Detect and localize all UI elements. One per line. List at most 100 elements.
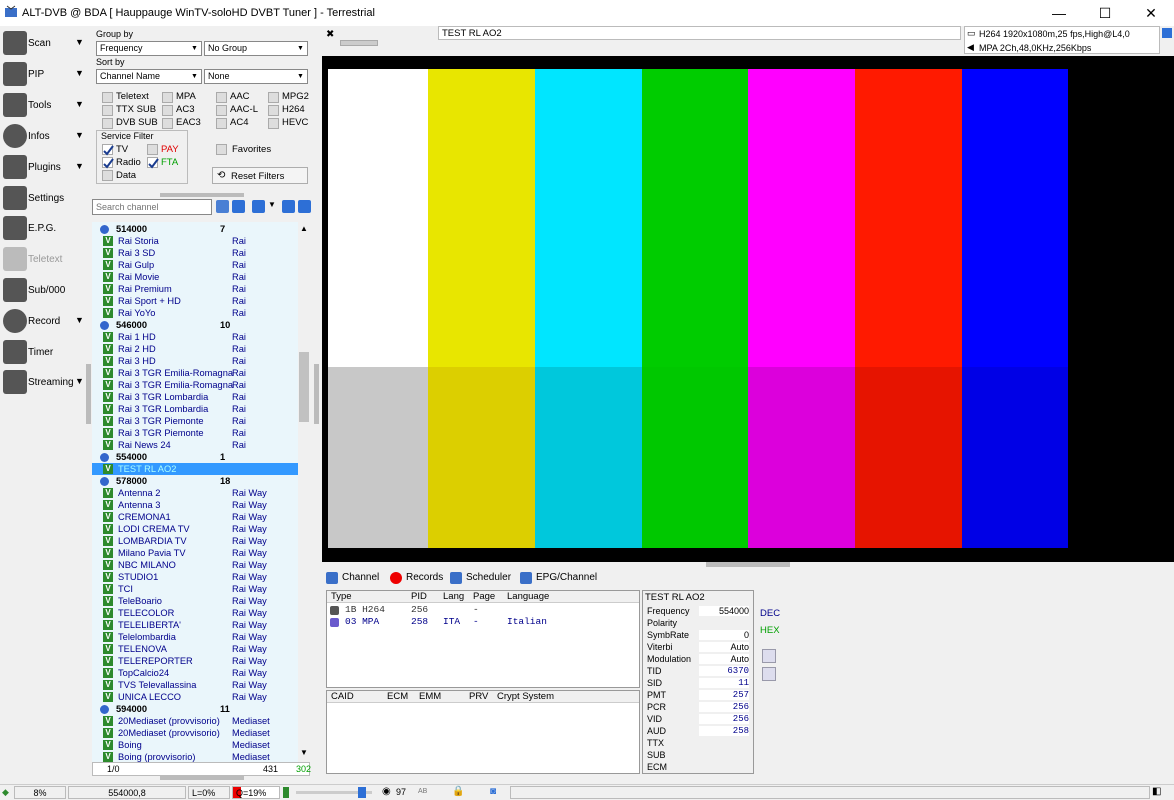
reset-filters-button[interactable]: ⟲ Reset Filters (212, 167, 308, 184)
aac-l-checkbox[interactable] (216, 105, 227, 116)
column-header[interactable]: EMM (419, 691, 441, 702)
nav-record[interactable]: Record ▼ (0, 306, 90, 336)
channel-row[interactable]: V CREMONA1 Rai Way (92, 511, 298, 523)
pay-checkbox[interactable] (147, 144, 158, 155)
group-by-select[interactable]: Frequency ▼ (96, 41, 202, 56)
close-button[interactable]: ✕ (1128, 0, 1174, 26)
aac-checkbox[interactable] (216, 92, 227, 103)
scroll-up-icon[interactable]: ▲ (300, 224, 308, 233)
data-checkbox[interactable] (102, 170, 113, 181)
video-area[interactable] (322, 56, 1174, 562)
chevron-down-icon[interactable]: ▼ (75, 99, 84, 109)
channel-row[interactable]: V TELEREPORTER Rai Way (92, 655, 298, 667)
teletext-checkbox[interactable] (102, 92, 113, 103)
search-icon[interactable] (762, 667, 776, 681)
column-header[interactable]: Lang (443, 591, 464, 602)
ttx-sub-checkbox[interactable] (102, 105, 113, 116)
nav-e-p-g-[interactable]: E.P.G. (0, 213, 90, 243)
h264-checkbox[interactable] (268, 105, 279, 116)
column-header[interactable]: PRV (469, 691, 488, 702)
nav-plugins[interactable]: Plugins ▼ (0, 152, 90, 182)
column-header[interactable]: PID (411, 591, 427, 602)
stream-row[interactable]: 03 MPA 258 ITA - Italian (327, 616, 639, 628)
channel-row[interactable]: V TELELIBERTA' Rai Way (92, 619, 298, 631)
group-row[interactable]: 594000 11 (92, 703, 298, 715)
column-header[interactable]: Type (331, 591, 352, 602)
pin-icon[interactable]: ✖ (326, 29, 334, 40)
channel-row[interactable]: V Rai 3 TGR Piemonte Rai (92, 415, 298, 427)
channel-row[interactable]: V Rai 3 TGR Lombardia Rai (92, 403, 298, 415)
column-header[interactable]: CAID (331, 691, 354, 702)
dvb-sub-checkbox[interactable] (102, 118, 113, 129)
screen-icon[interactable] (1162, 28, 1172, 38)
channel-row[interactable]: V Boing Mediaset (92, 739, 298, 751)
ac3-checkbox[interactable] (162, 105, 173, 116)
chevron-down-icon[interactable]: ▼ (75, 315, 84, 325)
tab-records[interactable]: Records (390, 568, 443, 588)
minimize-button[interactable]: — (1036, 0, 1082, 26)
chevron-down-icon[interactable]: ▼ (75, 130, 84, 140)
channel-row[interactable]: V TopCalcio24 Rai Way (92, 667, 298, 679)
channel-row[interactable]: V Antenna 3 Rai Way (92, 499, 298, 511)
group-row[interactable]: 554000 1 (92, 451, 298, 463)
channel-row[interactable]: V Telelombardia Rai Way (92, 631, 298, 643)
list-view-icon[interactable] (216, 200, 229, 213)
nav-infos[interactable]: Infos ▼ (0, 121, 90, 151)
channel-row[interactable]: V Rai Sport + HD Rai (92, 295, 298, 307)
volume-slider[interactable] (296, 787, 372, 798)
channel-row[interactable]: V TVS Televallassina Rai Way (92, 679, 298, 691)
splitter-handle[interactable] (314, 364, 319, 424)
splitter-handle[interactable] (160, 193, 244, 197)
column-header[interactable]: Language (507, 591, 549, 602)
channel-row[interactable]: V TELENOVA Rai Way (92, 643, 298, 655)
mpa-checkbox[interactable] (162, 92, 173, 103)
channel-row[interactable]: V TCI Rai Way (92, 583, 298, 595)
column-header[interactable]: Crypt System (497, 691, 554, 702)
nav-pip[interactable]: PIP ▼ (0, 59, 90, 89)
channel-row[interactable]: V Rai 3 HD Rai (92, 355, 298, 367)
back-icon[interactable] (252, 200, 265, 213)
search-box[interactable] (92, 199, 212, 215)
fta-checkbox[interactable] (147, 157, 159, 169)
edit-icon[interactable] (762, 649, 776, 663)
column-header[interactable]: ECM (387, 691, 408, 702)
splitter-handle[interactable] (86, 364, 91, 424)
channel-row[interactable]: V Antenna 2 Rai Way (92, 487, 298, 499)
channel-row[interactable]: V Rai 1 HD Rai (92, 331, 298, 343)
camera-icon[interactable]: ◙ (490, 786, 496, 797)
maximize-button[interactable]: ☐ (1082, 0, 1128, 26)
nav-settings[interactable]: Settings (0, 183, 90, 213)
eac3-checkbox[interactable] (162, 118, 173, 129)
group-by2-select[interactable]: No Group ▼ (204, 41, 308, 56)
chevron-down-icon[interactable]: ▼ (268, 200, 276, 209)
nav-scan[interactable]: Scan ▼ (0, 28, 90, 58)
channel-row[interactable]: V TeleBoario Rai Way (92, 595, 298, 607)
speaker-icon[interactable]: ◉ (382, 786, 391, 797)
stream-row[interactable]: 1B H264 256 - (327, 604, 639, 616)
sort-up-icon[interactable] (282, 200, 295, 213)
channel-row[interactable]: V Rai News 24 Rai (92, 439, 298, 451)
channel-row[interactable]: V UNICA LECCO Rai Way (92, 691, 298, 703)
ac4-checkbox[interactable] (216, 118, 227, 129)
nav-timer[interactable]: Timer (0, 337, 90, 367)
dec-toggle[interactable]: DEC (760, 608, 780, 619)
channel-row[interactable]: V Rai YoYo Rai (92, 307, 298, 319)
splitter-handle[interactable] (160, 776, 244, 780)
chevron-down-icon[interactable]: ▼ (75, 161, 84, 171)
chevron-down-icon[interactable]: ▼ (75, 376, 84, 386)
channel-row[interactable]: V Rai Movie Rai (92, 271, 298, 283)
channel-row[interactable]: V Rai 3 TGR Piemonte Rai (92, 427, 298, 439)
channel-list-scrollbar[interactable]: ▲ ▼ (298, 222, 310, 762)
channel-row[interactable]: V Rai 3 TGR Emilia-Romagna Rai (92, 379, 298, 391)
channel-row[interactable]: V TEST RL AO2 (92, 463, 298, 475)
radio-checkbox[interactable] (102, 157, 114, 169)
tab-channel[interactable]: Channel (326, 568, 379, 588)
nav-sub-000[interactable]: Sub/000 (0, 275, 90, 305)
hex-toggle[interactable]: HEX (760, 625, 780, 636)
nav-teletext[interactable]: Teletext (0, 244, 90, 274)
channel-row[interactable]: V Rai 3 TGR Lombardia Rai (92, 391, 298, 403)
channel-row[interactable]: V Rai 2 HD Rai (92, 343, 298, 355)
splitter-handle[interactable] (706, 562, 790, 567)
sort-down-icon[interactable] (298, 200, 311, 213)
tab-scheduler[interactable]: Scheduler (450, 568, 511, 588)
